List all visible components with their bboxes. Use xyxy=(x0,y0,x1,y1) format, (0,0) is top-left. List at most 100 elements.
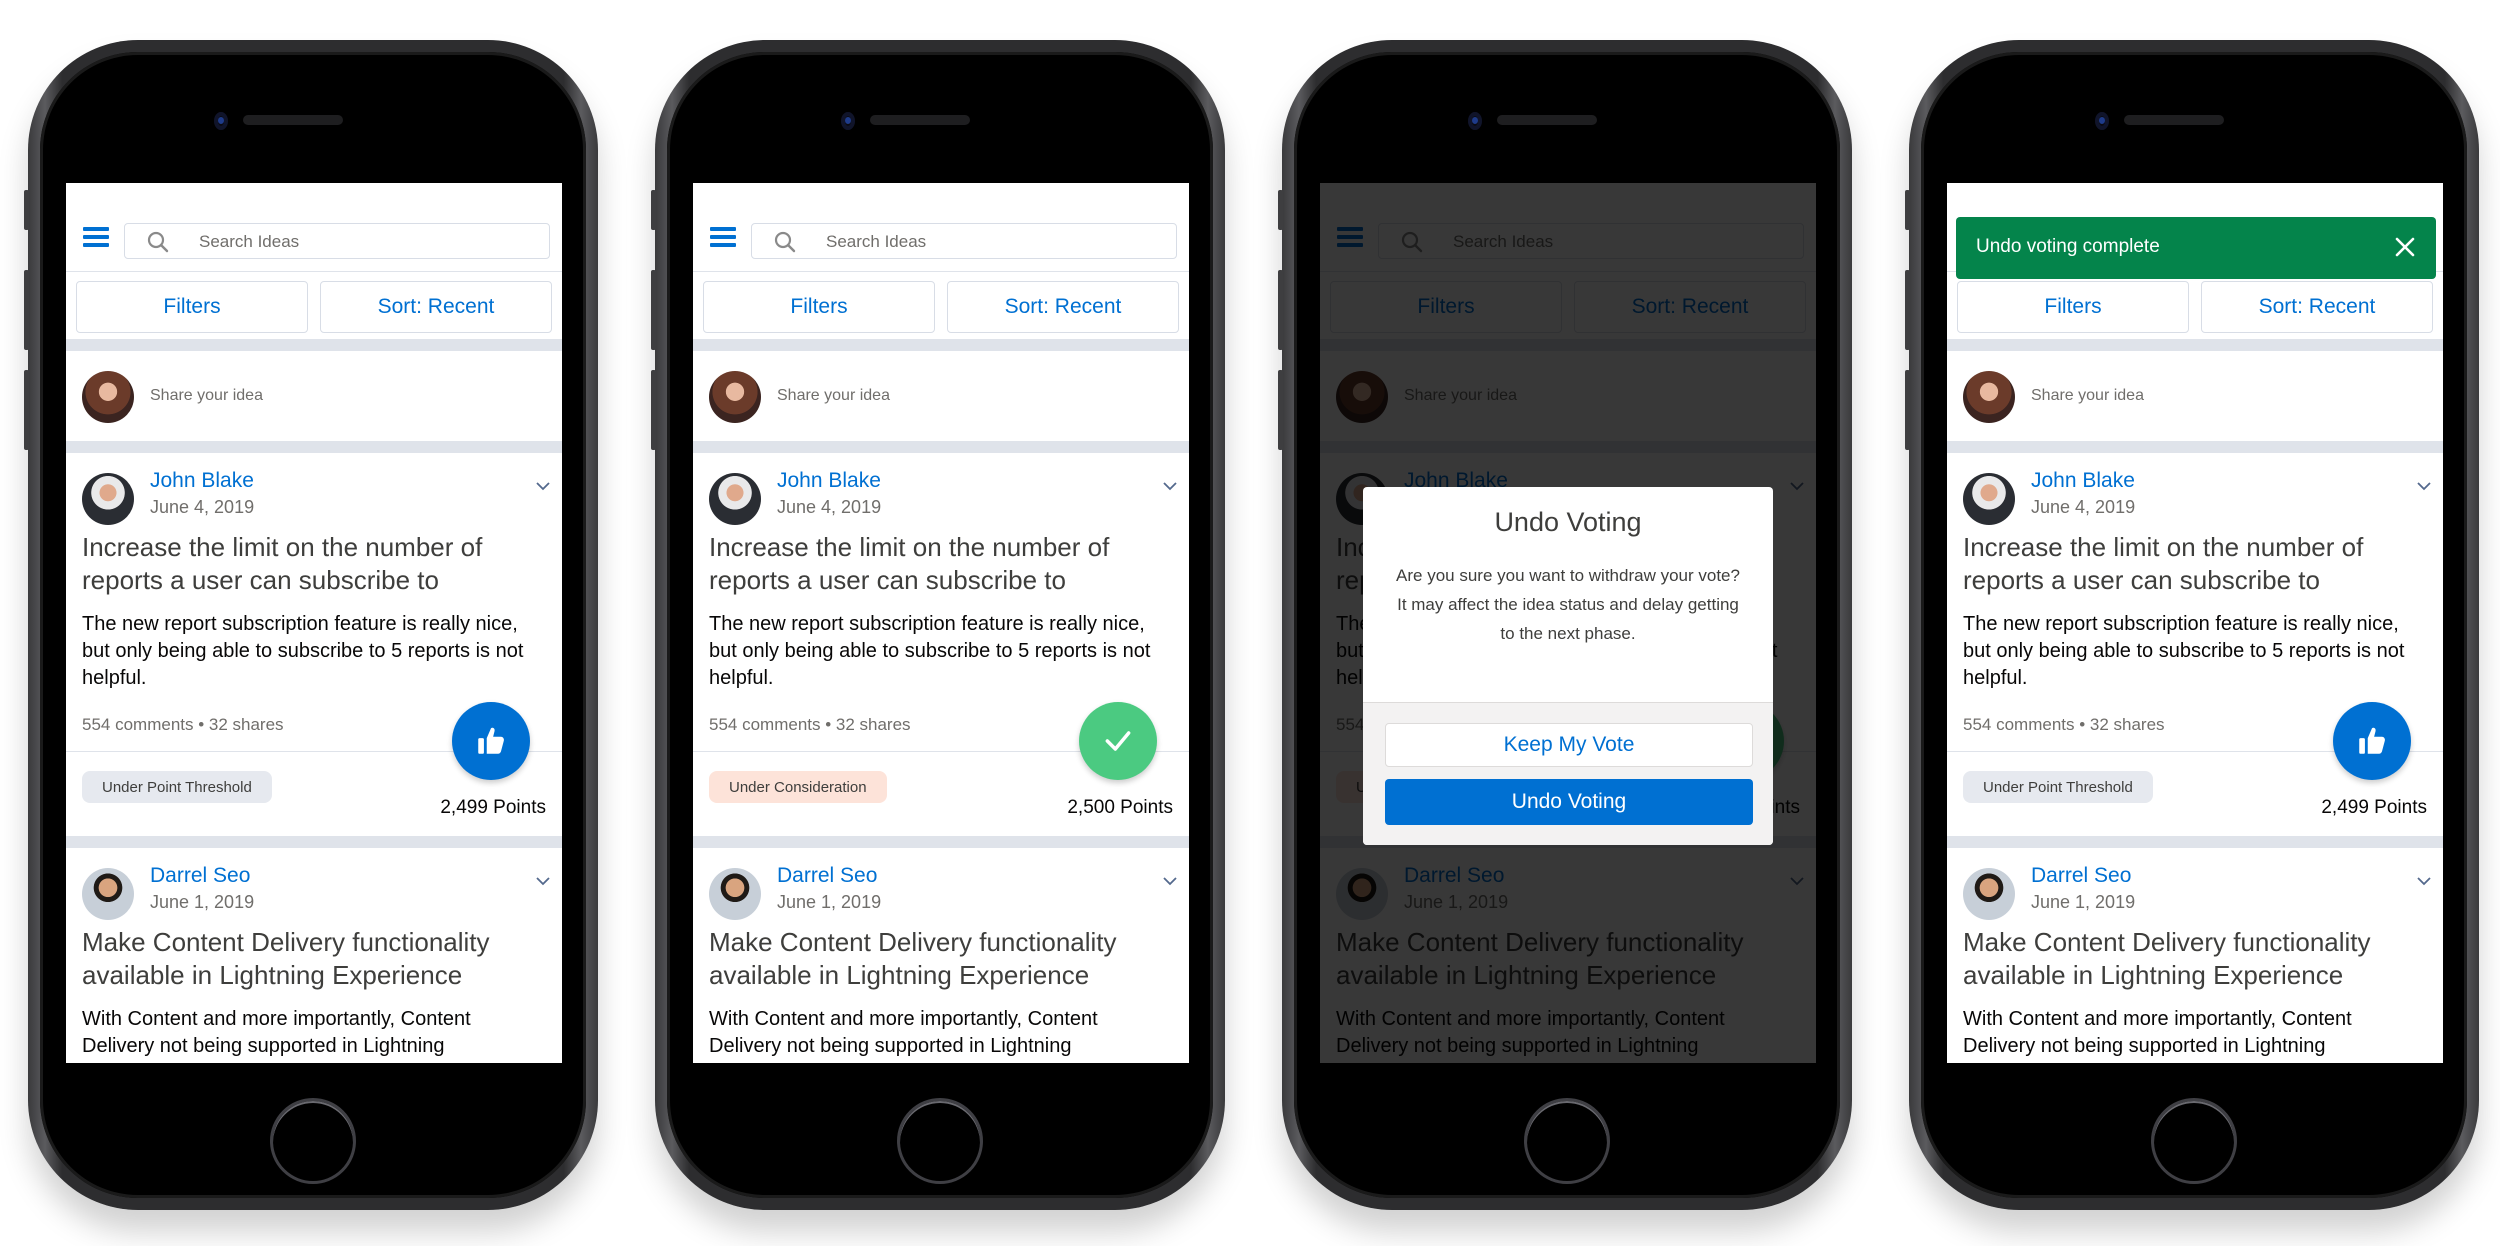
filters-button[interactable]: Filters xyxy=(1957,281,2189,333)
points-count: 2,499 Points xyxy=(2321,797,2427,818)
volume-down-button xyxy=(24,370,29,450)
idea-title[interactable]: Make Content Delivery functionality avai… xyxy=(709,926,1159,992)
status-badge: Under Point Threshold xyxy=(82,771,272,803)
section-divider xyxy=(66,339,562,351)
chevron-down-icon[interactable] xyxy=(2417,876,2431,886)
idea-body: With Content and more importantly, Conte… xyxy=(1963,1008,2352,1057)
points-count: 2,500 Points xyxy=(1067,797,1173,818)
status-badge-text: Under Consideration xyxy=(729,778,867,796)
idea-title[interactable]: Increase the limit on the number of repo… xyxy=(709,531,1159,597)
volume-down-button xyxy=(1905,370,1910,450)
search-placeholder: Search Ideas xyxy=(826,232,927,251)
section-divider xyxy=(693,836,1189,848)
idea-card: Darrel Seo June 1, 2019 Make Content Del… xyxy=(693,848,1189,1063)
chevron-down-icon[interactable] xyxy=(1163,481,1177,491)
app-header: Search Ideas xyxy=(693,183,1189,272)
section-divider xyxy=(1947,836,2443,848)
sort-button[interactable]: Sort: Recent xyxy=(2201,281,2433,333)
author-name-link[interactable]: Darrel Seo xyxy=(2031,864,2131,888)
share-idea-row[interactable]: Share your idea xyxy=(693,351,1189,441)
points-count: 2,499 Points xyxy=(440,797,546,818)
author-name-link[interactable]: John Blake xyxy=(150,469,254,493)
search-input[interactable]: Search Ideas xyxy=(124,223,550,259)
idea-card: John Blake June 4, 2019 Increase the lim… xyxy=(1947,453,2443,836)
chevron-down-icon[interactable] xyxy=(536,876,550,886)
status-badge: Under Point Threshold xyxy=(1963,771,2153,803)
sort-button[interactable]: Sort: Recent xyxy=(320,281,552,333)
idea-stats: 554 comments • 32 shares xyxy=(1963,715,2165,734)
post-date: June 1, 2019 xyxy=(2031,892,2136,912)
chevron-down-icon[interactable] xyxy=(2417,481,2431,491)
search-icon xyxy=(774,231,796,253)
post-date: June 4, 2019 xyxy=(2031,497,2136,517)
idea-card: John Blake June 4, 2019 Increase the lim… xyxy=(66,453,562,836)
author-name-link[interactable]: John Blake xyxy=(777,469,881,493)
phone-frame-voted: Search Ideas Filters Sort: Recent Share … xyxy=(651,40,1225,1210)
front-camera-icon xyxy=(841,112,855,130)
section-divider xyxy=(66,836,562,848)
chevron-down-icon[interactable] xyxy=(1163,876,1177,886)
home-button xyxy=(897,1098,983,1184)
status-badge-text: Under Point Threshold xyxy=(1983,778,2133,796)
mute-switch xyxy=(1278,190,1283,230)
author-avatar xyxy=(82,868,134,920)
vote-button[interactable] xyxy=(1079,702,1157,780)
section-divider xyxy=(1947,339,2443,351)
idea-card: Darrel Seo June 1, 2019 Make Content Del… xyxy=(1947,848,2443,1063)
volume-up-button xyxy=(1278,270,1283,350)
app-screen: Search Ideas Filters Sort: Recent Share … xyxy=(1947,183,2443,1063)
idea-title[interactable]: Make Content Delivery functionality avai… xyxy=(1963,926,2413,992)
idea-body: With Content and more importantly, Conte… xyxy=(709,1008,1098,1057)
keep-my-vote-button[interactable]: Keep My Vote xyxy=(1385,723,1753,767)
vote-button[interactable] xyxy=(2333,702,2411,780)
idea-stats: 554 comments • 32 shares xyxy=(709,715,911,734)
author-name-link[interactable]: Darrel Seo xyxy=(150,864,250,888)
volume-down-button xyxy=(651,370,656,450)
idea-stats: 554 comments • 32 shares xyxy=(82,715,284,734)
section-divider xyxy=(693,441,1189,453)
share-idea-row[interactable]: Share your idea xyxy=(66,351,562,441)
volume-down-button xyxy=(1278,370,1283,450)
mute-switch xyxy=(24,190,29,230)
app-screen: Search Ideas Filters Sort: Recent Share … xyxy=(66,183,562,1063)
post-date: June 4, 2019 xyxy=(150,497,255,517)
section-divider xyxy=(1947,441,2443,453)
hamburger-icon[interactable] xyxy=(710,227,736,247)
filters-button[interactable]: Filters xyxy=(703,281,935,333)
front-camera-icon xyxy=(2095,112,2109,130)
chevron-down-icon[interactable] xyxy=(536,481,550,491)
current-user-avatar xyxy=(1963,371,2015,423)
hamburger-icon[interactable] xyxy=(83,227,109,247)
idea-title[interactable]: Increase the limit on the number of repo… xyxy=(1963,531,2413,597)
home-button xyxy=(2151,1098,2237,1184)
phone-frame-undo-dialog: Search Ideas Filters Sort: Recent Share … xyxy=(1278,40,1852,1210)
speaker-grille xyxy=(2124,115,2224,125)
search-input[interactable]: Search Ideas xyxy=(751,223,1177,259)
filters-button[interactable]: Filters xyxy=(76,281,308,333)
share-idea-row[interactable]: Share your idea xyxy=(1947,351,2443,441)
post-date: June 4, 2019 xyxy=(777,497,882,517)
idea-card: Darrel Seo June 1, 2019 Make Content Del… xyxy=(66,848,562,1063)
thumbs-up-icon xyxy=(2359,727,2385,754)
idea-title[interactable]: Make Content Delivery functionality avai… xyxy=(82,926,532,992)
close-icon[interactable] xyxy=(2394,236,2416,258)
filter-sort-bar: Filters Sort: Recent xyxy=(1957,281,2433,333)
dialog-title: Undo Voting xyxy=(1494,507,1642,537)
sort-button[interactable]: Sort: Recent xyxy=(947,281,1179,333)
undo-voting-dialog: Undo Voting Are you sure you want to with… xyxy=(1363,487,1773,845)
home-button xyxy=(270,1098,356,1184)
speaker-grille xyxy=(870,115,970,125)
vote-button[interactable] xyxy=(452,702,530,780)
search-icon xyxy=(147,231,169,253)
thumbs-up-icon xyxy=(478,727,504,754)
post-date: June 1, 2019 xyxy=(777,892,882,912)
volume-up-button xyxy=(1905,270,1910,350)
app-screen: Search Ideas Filters Sort: Recent Share … xyxy=(1320,183,1816,1063)
front-camera-icon xyxy=(214,112,228,130)
checkmark-icon xyxy=(1105,731,1131,751)
undo-voting-button[interactable]: Undo Voting xyxy=(1385,779,1753,825)
author-name-link[interactable]: John Blake xyxy=(2031,469,2135,493)
author-name-link[interactable]: Darrel Seo xyxy=(777,864,877,888)
idea-title[interactable]: Increase the limit on the number of repo… xyxy=(82,531,532,597)
search-placeholder: Search Ideas xyxy=(199,232,300,251)
